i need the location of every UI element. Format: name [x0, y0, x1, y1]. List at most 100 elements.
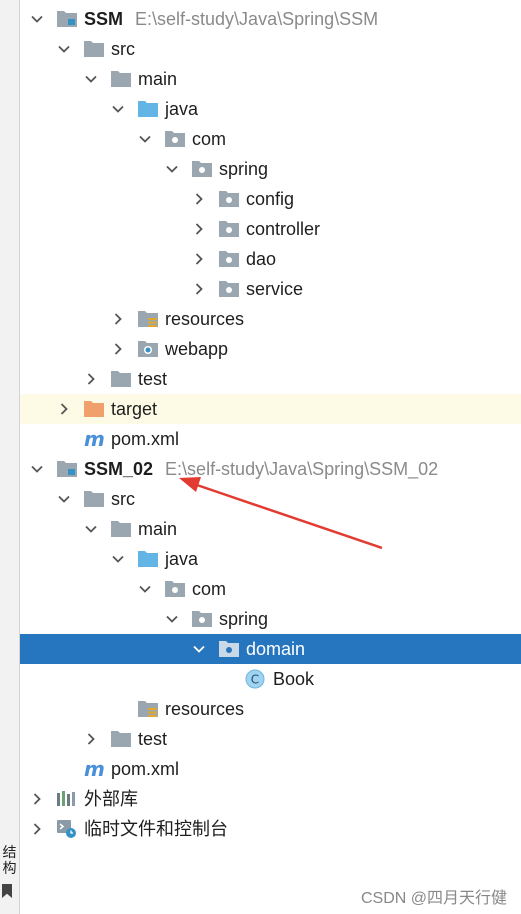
tree-row-service[interactable]: service: [20, 274, 521, 304]
tree-row-spring[interactable]: spring: [20, 154, 521, 184]
chevron-right-icon[interactable]: [110, 304, 126, 334]
tree-row-controller[interactable]: controller: [20, 214, 521, 244]
library-icon: [56, 784, 78, 814]
tree-label: config: [246, 189, 295, 209]
tree-label: test: [138, 729, 168, 749]
tree-label: domain: [246, 639, 306, 659]
chevron-down-icon[interactable]: [191, 634, 207, 664]
chevron-down-icon[interactable]: [83, 514, 99, 544]
tree-row-java[interactable]: java: [20, 544, 521, 574]
tree-row-ssm02-module[interactable]: SSM_02 E:\self-study\Java\Spring\SSM_02: [20, 454, 521, 484]
side-tool-strip: 结构: [0, 0, 20, 914]
chevron-right-icon[interactable]: [191, 184, 207, 214]
tree-label: resources: [165, 309, 245, 329]
tree-label: pom.xml: [111, 759, 180, 779]
tree-row-resources[interactable]: resources: [20, 304, 521, 334]
chevron-right-icon[interactable]: [110, 334, 126, 364]
structure-tool-tab[interactable]: 结构: [0, 844, 19, 876]
tree-row-test[interactable]: test: [20, 364, 521, 394]
chevron-down-icon[interactable]: [56, 34, 72, 64]
module-path: E:\self-study\Java\Spring\SSM: [135, 9, 379, 29]
chevron-down-icon[interactable]: [110, 94, 126, 124]
tree-row-target[interactable]: target: [20, 394, 521, 424]
package-icon: [218, 184, 240, 214]
folder-icon: [110, 514, 132, 544]
tree-label: src: [111, 39, 135, 59]
chevron-down-icon[interactable]: [164, 154, 180, 184]
tree-row-com[interactable]: com: [20, 574, 521, 604]
project-tree: SSM E:\self-study\Java\Spring\SSM src mai…: [20, 4, 521, 844]
tree-row-main[interactable]: main: [20, 64, 521, 94]
tree-label: service: [246, 279, 304, 299]
chevron-down-icon[interactable]: [29, 4, 45, 34]
chevron-down-icon[interactable]: [29, 454, 45, 484]
chevron-down-icon[interactable]: [137, 574, 153, 604]
web-folder-icon: [137, 334, 159, 364]
resources-folder-icon: [137, 304, 159, 334]
tree-label: java: [165, 549, 199, 569]
folder-icon: [110, 724, 132, 754]
tree-row-resources[interactable]: resources: [20, 694, 521, 724]
excluded-folder-icon: [83, 394, 105, 424]
bookmark-icon[interactable]: [2, 884, 12, 898]
chevron-right-icon[interactable]: [29, 784, 45, 814]
scratches-console-icon: [56, 814, 78, 844]
tree-label: com: [192, 579, 227, 599]
tree-label: dao: [246, 249, 277, 269]
chevron-right-icon[interactable]: [191, 274, 207, 304]
tree-label: java: [165, 99, 199, 119]
chevron-right-icon[interactable]: [191, 214, 207, 244]
folder-icon: [110, 64, 132, 94]
tree-label: 外部库: [84, 789, 138, 809]
module-name: SSM: [84, 9, 124, 29]
tree-row-scratches[interactable]: 临时文件和控制台: [20, 814, 521, 844]
tree-label: Book: [273, 669, 315, 689]
chevron-down-icon[interactable]: [164, 604, 180, 634]
chevron-right-icon[interactable]: [83, 364, 99, 394]
chevron-down-icon[interactable]: [56, 484, 72, 514]
chevron-right-icon[interactable]: [56, 394, 72, 424]
tree-label: resources: [165, 699, 245, 719]
tree-row-test[interactable]: test: [20, 724, 521, 754]
tree-row-pom[interactable]: m pom.xml: [20, 754, 521, 784]
tree-label: controller: [246, 219, 321, 239]
tree-row-dao[interactable]: dao: [20, 244, 521, 274]
package-icon: [164, 124, 186, 154]
package-icon: [164, 574, 186, 604]
tree-row-ssm-module[interactable]: SSM E:\self-study\Java\Spring\SSM: [20, 4, 521, 34]
tree-row-pom[interactable]: m pom.xml: [20, 424, 521, 454]
tree-row-java[interactable]: java: [20, 94, 521, 124]
maven-icon: m: [83, 754, 105, 784]
maven-letter: m: [84, 429, 105, 449]
tree-label: webapp: [165, 339, 229, 359]
tree-row-spring[interactable]: spring: [20, 604, 521, 634]
chevron-down-icon[interactable]: [110, 544, 126, 574]
folder-icon: [110, 364, 132, 394]
class-icon: C: [245, 664, 267, 694]
tree-row-com[interactable]: com: [20, 124, 521, 154]
chevron-right-icon[interactable]: [83, 724, 99, 754]
tree-row-src[interactable]: src: [20, 34, 521, 64]
module-folder-icon: [56, 4, 78, 34]
tree-row-book-class[interactable]: C Book: [20, 664, 521, 694]
chevron-down-icon[interactable]: [137, 124, 153, 154]
package-icon: [191, 604, 213, 634]
module-name: SSM_02: [84, 459, 154, 479]
package-icon: [218, 214, 240, 244]
chevron-down-icon[interactable]: [83, 64, 99, 94]
tree-row-external-libraries[interactable]: 外部库: [20, 784, 521, 814]
tree-label: pom.xml: [111, 429, 180, 449]
chevron-right-icon[interactable]: [29, 814, 45, 844]
tree-row-main[interactable]: main: [20, 514, 521, 544]
tree-row-src[interactable]: src: [20, 484, 521, 514]
tree-row-webapp[interactable]: webapp: [20, 334, 521, 364]
package-icon: [218, 244, 240, 274]
tree-label: spring: [219, 609, 269, 629]
package-icon: [218, 274, 240, 304]
package-icon: [191, 154, 213, 184]
tree-row-domain-selected[interactable]: domain: [20, 634, 521, 664]
tree-row-config[interactable]: config: [20, 184, 521, 214]
chevron-right-icon[interactable]: [191, 244, 207, 274]
tree-label: main: [138, 69, 178, 89]
tree-label: src: [111, 489, 135, 509]
